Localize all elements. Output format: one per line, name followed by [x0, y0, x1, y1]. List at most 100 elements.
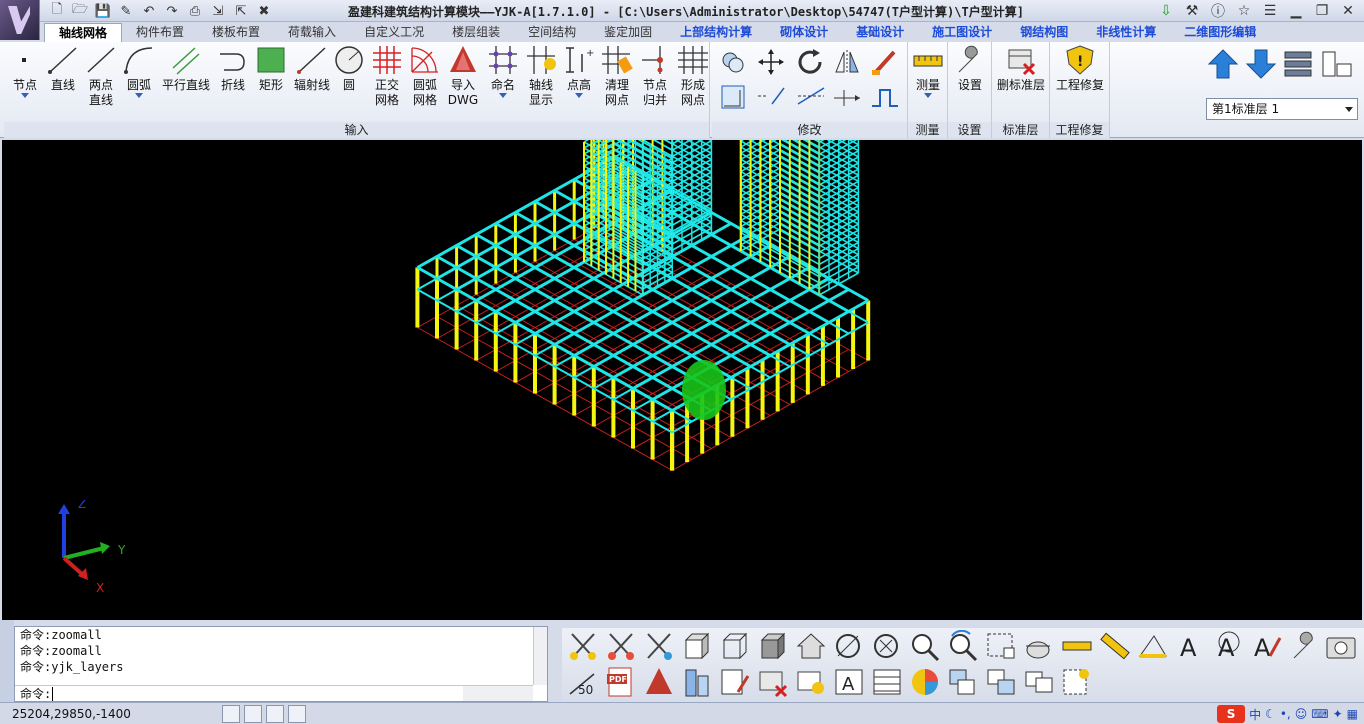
delete-view-icon[interactable]: [756, 666, 790, 698]
save-icon[interactable]: 💾: [94, 2, 112, 20]
cube-wire-icon[interactable]: [718, 630, 752, 662]
zoom-realtime-icon[interactable]: [946, 630, 980, 662]
floor-down-icon[interactable]: [1244, 48, 1278, 80]
ungroup-icon[interactable]: [984, 666, 1018, 698]
star-icon[interactable]: ☆: [1234, 1, 1254, 20]
layer-copy-icon[interactable]: [1022, 666, 1056, 698]
cube-icon[interactable]: [680, 630, 714, 662]
offset-icon[interactable]: [832, 82, 862, 110]
keyboard-icon[interactable]: ⌨: [1311, 707, 1328, 721]
copy-icon[interactable]: [718, 48, 748, 76]
grid-mode-toggle[interactable]: [266, 705, 284, 723]
paint-floors-icon[interactable]: [718, 666, 752, 698]
tab-load-input[interactable]: 荷载输入: [274, 23, 350, 42]
floor-up-icon[interactable]: [1206, 48, 1240, 80]
redo-icon[interactable]: ↷: [163, 2, 181, 20]
tab-custom-case[interactable]: 自定义工况: [350, 23, 438, 42]
pdf-icon[interactable]: PDF: [604, 666, 638, 698]
break-icon[interactable]: [870, 82, 900, 110]
angle-dimension-icon[interactable]: [1136, 630, 1170, 662]
tab-component-layout[interactable]: 构件布置: [122, 23, 198, 42]
text-a-icon[interactable]: A: [1174, 630, 1208, 662]
zoom-icon[interactable]: [908, 630, 942, 662]
table-icon[interactable]: [870, 666, 904, 698]
line-button[interactable]: 直线: [44, 44, 82, 93]
help-icon[interactable]: ⓘ: [1208, 1, 1228, 20]
tab-foundation[interactable]: 基础设计: [842, 23, 918, 42]
export-icon[interactable]: ⇱: [232, 2, 250, 20]
orbit-icon[interactable]: [832, 630, 866, 662]
new-file-icon[interactable]: 🗋: [48, 2, 66, 20]
scissors-alt-icon[interactable]: [604, 630, 638, 662]
dimension-icon[interactable]: [1060, 630, 1094, 662]
emoji-icon[interactable]: ☺: [1295, 707, 1308, 721]
rename-button[interactable]: 命名: [484, 44, 522, 98]
cube-solid-icon[interactable]: [756, 630, 790, 662]
list-icon[interactable]: ☰: [1260, 1, 1280, 20]
command-scrollbar[interactable]: [533, 627, 547, 685]
tab-2d-edit[interactable]: 二维图形编辑: [1170, 23, 1270, 42]
zoom-window-icon[interactable]: [984, 630, 1018, 662]
import-icon[interactable]: ⇲: [209, 2, 227, 20]
radial-line-button[interactable]: 辐射线: [288, 44, 336, 93]
tab-steel-drawing[interactable]: 钢结构图: [1006, 23, 1082, 42]
trim-icon[interactable]: [796, 82, 826, 110]
tab-appraisal[interactable]: 鉴定加固: [590, 23, 666, 42]
color-wheel-icon[interactable]: [908, 666, 942, 698]
import-dwg-button[interactable]: 导入 DWG: [444, 44, 482, 108]
move-icon[interactable]: [756, 48, 786, 76]
tab-floor-assembly[interactable]: 楼层组装: [438, 23, 514, 42]
house-icon[interactable]: [794, 630, 828, 662]
stretch-icon[interactable]: [718, 82, 748, 110]
scissors-multi-icon[interactable]: [642, 630, 676, 662]
download-icon[interactable]: ⇩: [1156, 1, 1176, 20]
tab-nonlinear[interactable]: 非线性计算: [1082, 23, 1170, 42]
select-icon[interactable]: [1060, 666, 1094, 698]
minimize-icon[interactable]: ▁: [1286, 1, 1306, 20]
command-input[interactable]: 命令:: [15, 685, 475, 701]
two-point-line-button[interactable]: 两点 直线: [82, 44, 120, 108]
tools-icon[interactable]: ⚒: [1182, 1, 1202, 20]
app-logo[interactable]: [0, 0, 40, 40]
open-file-icon[interactable]: 🗁: [71, 2, 89, 20]
mirror-icon[interactable]: [832, 48, 862, 76]
ortho-grid-button[interactable]: 正交 网格: [368, 44, 406, 108]
tools-grid-icon[interactable]: ▦: [1347, 707, 1358, 721]
merge-nodes-button[interactable]: 节点 归并: [636, 44, 674, 108]
parallel-line-button[interactable]: 平行直线: [158, 44, 214, 93]
snap-mode-toggle[interactable]: [244, 705, 262, 723]
arc-button[interactable]: 圆弧: [120, 44, 158, 98]
measure-button[interactable]: 测量: [909, 44, 947, 98]
scissors-icon[interactable]: [566, 630, 600, 662]
extend-icon[interactable]: [756, 82, 786, 110]
moon-icon[interactable]: ☾: [1265, 707, 1276, 721]
node-button[interactable]: 节点: [6, 44, 44, 98]
tab-axis-grid[interactable]: 轴线网格: [44, 23, 123, 42]
polar-mode-toggle[interactable]: [288, 705, 306, 723]
ortho-mode-toggle[interactable]: [222, 705, 240, 723]
form-nodes-button[interactable]: 形成 网点: [674, 44, 712, 108]
clean-nodes-button[interactable]: 清理 网点: [598, 44, 636, 108]
close-doc-icon[interactable]: ✖: [255, 2, 273, 20]
angle-50-icon[interactable]: 50: [566, 666, 600, 698]
building-icon[interactable]: [680, 666, 714, 698]
group-icon[interactable]: [946, 666, 980, 698]
close-icon[interactable]: ✕: [1338, 1, 1358, 20]
text-box-icon[interactable]: A: [832, 666, 866, 698]
punctuation-icon[interactable]: •,: [1280, 707, 1291, 721]
command-hscrollbar[interactable]: [463, 685, 533, 701]
tab-slab-layout[interactable]: 楼板布置: [198, 23, 274, 42]
ruler-diagonal-icon[interactable]: [1098, 630, 1132, 662]
brush-icon[interactable]: [870, 48, 900, 76]
text-a-alt-icon[interactable]: A: [1212, 630, 1246, 662]
skin-icon[interactable]: ✦: [1333, 707, 1343, 721]
cad-export-icon[interactable]: [642, 666, 676, 698]
tab-upper-structure[interactable]: 上部结构计算: [666, 23, 766, 42]
teapot-icon[interactable]: [1022, 630, 1056, 662]
floor-select[interactable]: 第1标准层 1: [1206, 98, 1358, 120]
text-edit-icon[interactable]: A: [1250, 630, 1284, 662]
ime-mode[interactable]: 中: [1249, 706, 1261, 723]
polyline-button[interactable]: 折线: [214, 44, 252, 93]
bulb-icon[interactable]: [794, 666, 828, 698]
rotate-icon[interactable]: [796, 48, 826, 76]
